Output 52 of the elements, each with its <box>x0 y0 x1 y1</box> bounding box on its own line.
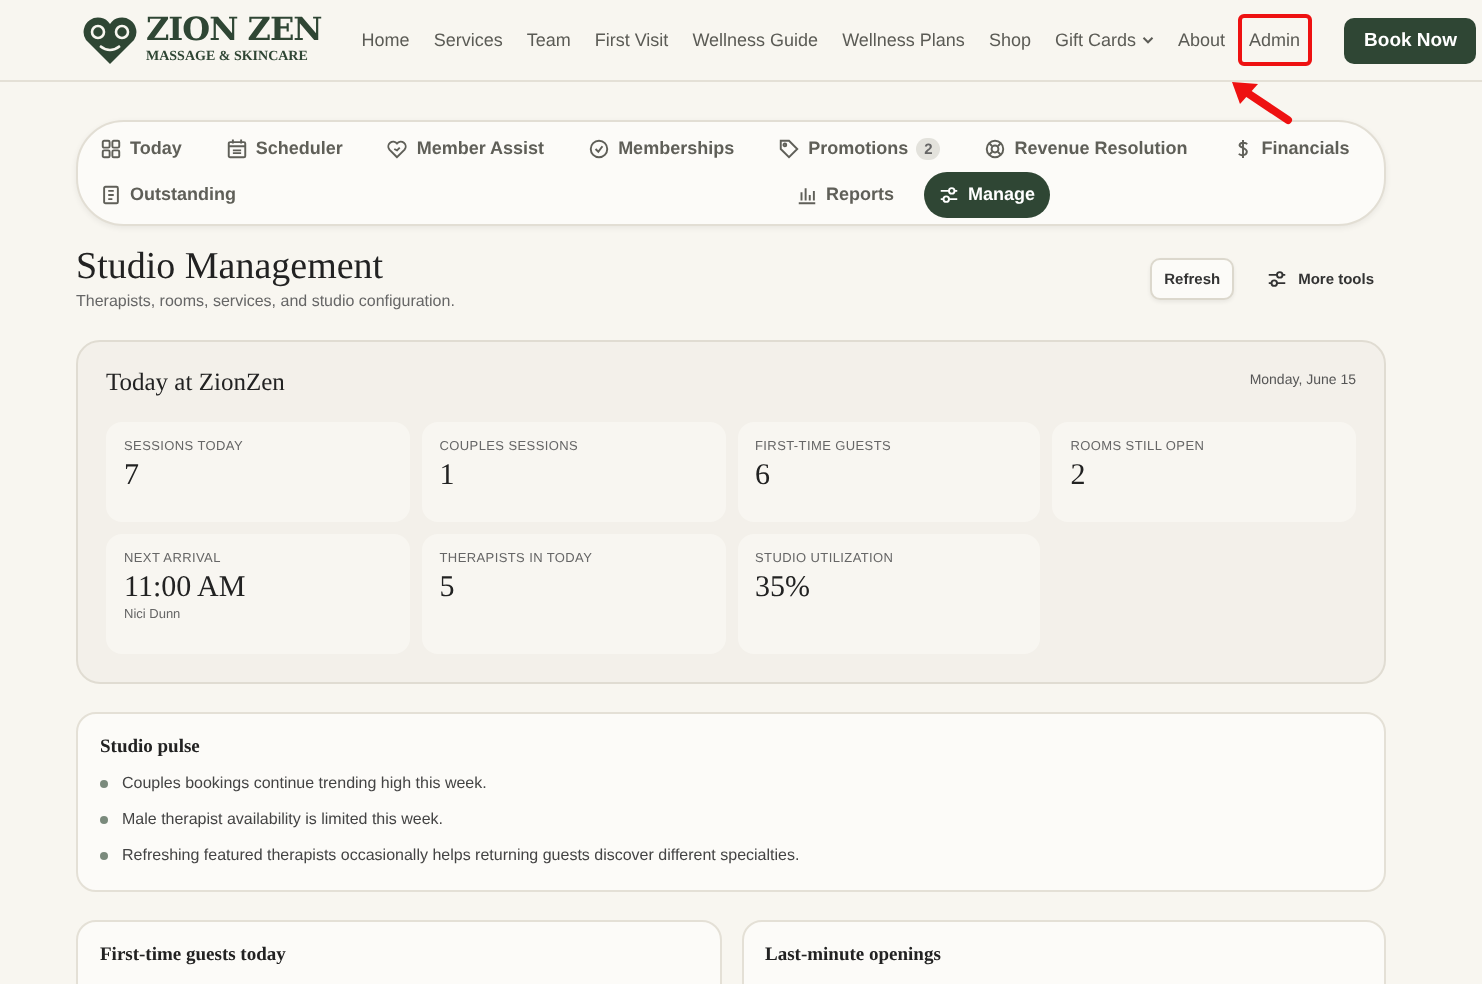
section-title: Today at ZionZen <box>106 368 285 399</box>
pulse-note: Male therapist availability is limited this week. <box>122 809 444 829</box>
caret-icon <box>1141 33 1154 46</box>
heart-icon <box>386 138 409 160</box>
bar-chart-icon <box>796 184 818 206</box>
bullet-icon <box>100 851 108 860</box>
brand-name: ZION ZEN <box>146 14 322 47</box>
stat-value: 2 <box>1070 460 1088 495</box>
nav-link[interactable]: Services <box>421 13 515 67</box>
pulse-note: Couples bookings continue trending high this week. <box>122 773 487 793</box>
check-circle-icon <box>588 138 611 160</box>
nav-tab[interactable]: Financials <box>1217 126 1364 172</box>
nav-link[interactable]: Team <box>514 13 583 67</box>
nav-tab[interactable]: Outstanding <box>86 172 250 218</box>
calendar-icon <box>225 138 248 160</box>
nav-tab[interactable]: Reports <box>782 172 909 218</box>
nav-link[interactable]: Home <box>349 13 422 67</box>
heart-logo-icon <box>80 14 140 66</box>
sliders-icon <box>1266 268 1289 290</box>
nav-tab[interactable]: Memberships <box>574 126 749 172</box>
card-title: First-time guests today <box>100 945 288 966</box>
nav-tab[interactable]: Today <box>86 126 196 172</box>
card-title: Last-minute openings <box>765 945 943 966</box>
page-title: Studio Management <box>76 244 386 292</box>
stat-value: 6 <box>755 460 772 495</box>
page-subtitle: Therapists, rooms, services, and studio configuration. <box>76 292 457 312</box>
card-title: Studio pulse <box>100 737 202 758</box>
nav-link[interactable]: First Visit <box>582 13 681 67</box>
grid-icon <box>100 138 122 160</box>
nav-tab[interactable]: Scheduler <box>211 126 357 172</box>
nav-link[interactable]: Wellness Plans <box>830 13 977 67</box>
pulse-note: Refreshing featured therapists occasionally helps returning guests discover different specialties. <box>122 845 800 865</box>
nav-link[interactable]: Wellness Guide <box>680 13 831 67</box>
receipt-icon <box>100 184 122 206</box>
stat-value: 7 <box>124 460 141 495</box>
nav-tab[interactable]: Manage <box>924 172 1050 218</box>
bullet-icon <box>100 779 108 788</box>
nav-link[interactable]: About <box>1165 13 1238 67</box>
nav-tab[interactable]: Member Assist <box>372 126 559 172</box>
stat-value: 11:00 AM <box>124 572 248 607</box>
bullet-icon <box>100 815 108 824</box>
lifebuoy-icon <box>984 138 1007 160</box>
stat-value: 35% <box>755 572 812 607</box>
sliders-icon <box>938 184 961 206</box>
nav-link[interactable]: Gift Cards <box>1042 13 1166 67</box>
nav-tab[interactable]: Revenue Resolution <box>970 126 1202 172</box>
book-now-button[interactable]: Book Now <box>1344 17 1477 63</box>
nav-link[interactable]: Admin <box>1237 13 1313 67</box>
tag-icon <box>778 138 801 160</box>
nav-link[interactable]: Shop <box>976 13 1043 67</box>
stat-value: 1 <box>439 460 457 495</box>
stat-value: 5 <box>439 572 457 607</box>
